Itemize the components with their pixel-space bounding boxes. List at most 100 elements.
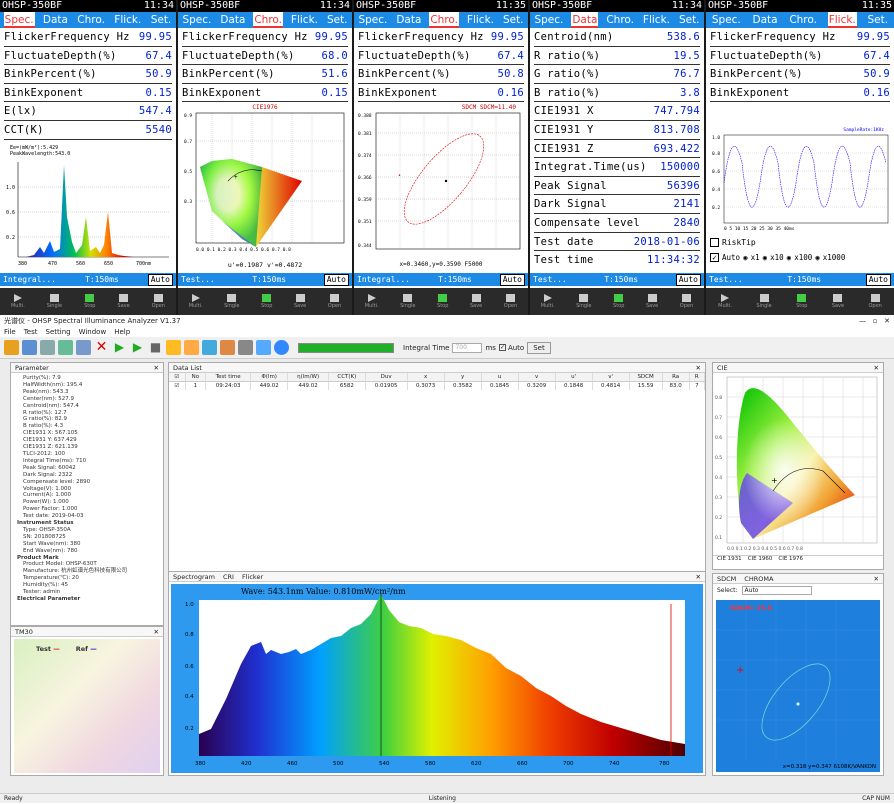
tab-spec[interactable]: Spec.	[533, 12, 564, 28]
tab-set[interactable]: Set.	[502, 12, 525, 28]
row-checkbox[interactable]: ☑	[169, 381, 186, 390]
tab-flick[interactable]: Flick.	[466, 12, 495, 28]
integral-time-input[interactable]: 700	[452, 342, 483, 353]
refresh-icon[interactable]	[202, 340, 217, 355]
open-button[interactable]: Open	[868, 294, 882, 309]
option-auto[interactable]: Auto	[722, 253, 740, 262]
save-button[interactable]: Save	[294, 294, 306, 309]
tab-flick[interactable]: Flick.	[290, 12, 319, 28]
column-header[interactable]: u'	[555, 373, 593, 382]
open-button[interactable]: Open	[152, 294, 165, 309]
tab-cie1931[interactable]: CIE 1931	[717, 556, 742, 562]
single-button[interactable]: Single	[224, 294, 240, 309]
menu-test[interactable]: Test	[24, 327, 38, 337]
tab-chro[interactable]: Chro.	[605, 12, 635, 28]
menu-help[interactable]: Help	[114, 327, 130, 337]
tree-group[interactable]: Product Mark	[17, 555, 159, 562]
auto-button[interactable]: Auto	[675, 273, 701, 286]
multi-button[interactable]: Multi.	[365, 294, 379, 309]
tab-chro[interactable]: Chro.	[788, 12, 818, 28]
tab-data[interactable]: Data	[219, 12, 246, 28]
maximize-icon[interactable]: ▫	[873, 317, 878, 325]
column-header[interactable]: Duv	[365, 373, 408, 382]
close-icon[interactable]: ✕	[884, 317, 890, 325]
column-header[interactable]: No	[185, 373, 207, 382]
save-button[interactable]: Save	[832, 294, 844, 309]
multi-button[interactable]: Multi.	[189, 294, 203, 309]
delete-icon[interactable]: ✕	[94, 340, 109, 355]
tab-set[interactable]: Set.	[326, 12, 349, 28]
close-icon[interactable]: ✕	[696, 572, 701, 581]
connect-icon[interactable]	[4, 340, 19, 355]
tab-chro[interactable]: Chro.	[253, 12, 283, 28]
close-icon[interactable]: ✕	[696, 363, 701, 372]
settings-icon[interactable]	[238, 340, 253, 355]
open-button[interactable]: Open	[328, 294, 341, 309]
auto-button[interactable]: Auto	[865, 273, 891, 286]
open-button[interactable]: Open	[504, 294, 517, 309]
tab-chroma[interactable]: CHROMA	[744, 574, 773, 583]
tab-chro[interactable]: Chro.	[429, 12, 459, 28]
column-header[interactable]: SDCM	[629, 373, 663, 382]
save-icon[interactable]	[22, 340, 37, 355]
menu-file[interactable]: File	[4, 327, 16, 337]
multi-button[interactable]: Multi.	[718, 294, 732, 309]
table-row[interactable]: ☑ 1 09:24:03 449.02 449.02 6582 0.01905 0.3073 0…	[169, 381, 706, 390]
tab-spec[interactable]: Spec.	[357, 12, 388, 28]
menu-setting[interactable]: Setting	[46, 327, 71, 337]
step-icon[interactable]: ▶	[130, 340, 145, 355]
tab-data[interactable]: Data	[752, 12, 779, 28]
save-button[interactable]: Save	[470, 294, 482, 309]
auto-button[interactable]: Auto	[499, 273, 525, 286]
tab-data[interactable]: Data	[42, 12, 69, 28]
column-header[interactable]: v'	[592, 373, 630, 382]
stop-icon[interactable]: ■	[148, 340, 163, 355]
stop-button[interactable]: Stop	[261, 294, 272, 309]
close-icon[interactable]: ✕	[154, 363, 159, 372]
auto-checkbox[interactable]: ✓ Auto	[498, 344, 524, 352]
column-header[interactable]: R	[689, 373, 706, 382]
tab-set[interactable]: Set.	[678, 12, 701, 28]
option-x1000[interactable]: x1000	[823, 253, 846, 262]
play-icon[interactable]: ▶	[112, 340, 127, 355]
column-header[interactable]: v	[518, 373, 556, 382]
sdcm-select[interactable]: Auto	[741, 586, 812, 595]
multi-button[interactable]: Multi.	[541, 294, 555, 309]
tab-data[interactable]: Data	[395, 12, 422, 28]
tab-flick[interactable]: Flick.	[827, 12, 857, 28]
option-x1[interactable]: x1	[751, 253, 760, 262]
column-header[interactable]: Φ(lm)	[250, 373, 289, 382]
minimize-icon[interactable]: —	[859, 317, 866, 325]
close-icon[interactable]: ✕	[154, 627, 159, 636]
report-icon[interactable]	[256, 340, 271, 355]
auto-button[interactable]: Auto	[147, 273, 173, 286]
tab-sdcm[interactable]: SDCM	[717, 574, 736, 583]
tree-group[interactable]: Instrument Status	[17, 520, 159, 527]
tab-flick[interactable]: Flick.	[642, 12, 671, 28]
risk-tip-checkbox[interactable]: RiskTip	[710, 238, 890, 247]
column-header[interactable]: Test time	[205, 373, 252, 382]
stop-button[interactable]: Stop	[796, 294, 807, 309]
column-header[interactable]: y	[444, 373, 482, 382]
tab-spec[interactable]: Spec.	[711, 12, 742, 28]
close-icon[interactable]: ✕	[874, 363, 879, 372]
save-button[interactable]: Save	[646, 294, 658, 309]
option-x100[interactable]: x100	[794, 253, 812, 262]
column-header[interactable]: η(lm/W)	[287, 373, 330, 382]
tab-cri[interactable]: CRI	[223, 572, 234, 581]
tab-cie1976[interactable]: CIE 1976	[778, 556, 803, 562]
export-icon[interactable]	[58, 340, 73, 355]
save-button[interactable]: Save	[117, 294, 130, 309]
lightbulb-icon[interactable]	[166, 340, 181, 355]
tab-set[interactable]: Set.	[867, 12, 890, 28]
tab-set[interactable]: Set.	[150, 12, 173, 28]
print-icon[interactable]	[40, 340, 55, 355]
tab-spec[interactable]: Spec.	[181, 12, 212, 28]
menu-window[interactable]: Window	[79, 327, 107, 337]
stop-button[interactable]: Stop	[437, 294, 448, 309]
single-button[interactable]: Single	[400, 294, 416, 309]
calibrate-icon[interactable]	[184, 340, 199, 355]
stop-button[interactable]: Stop	[613, 294, 624, 309]
help-icon[interactable]	[274, 340, 289, 355]
multi-button[interactable]: Multi.	[11, 294, 25, 309]
